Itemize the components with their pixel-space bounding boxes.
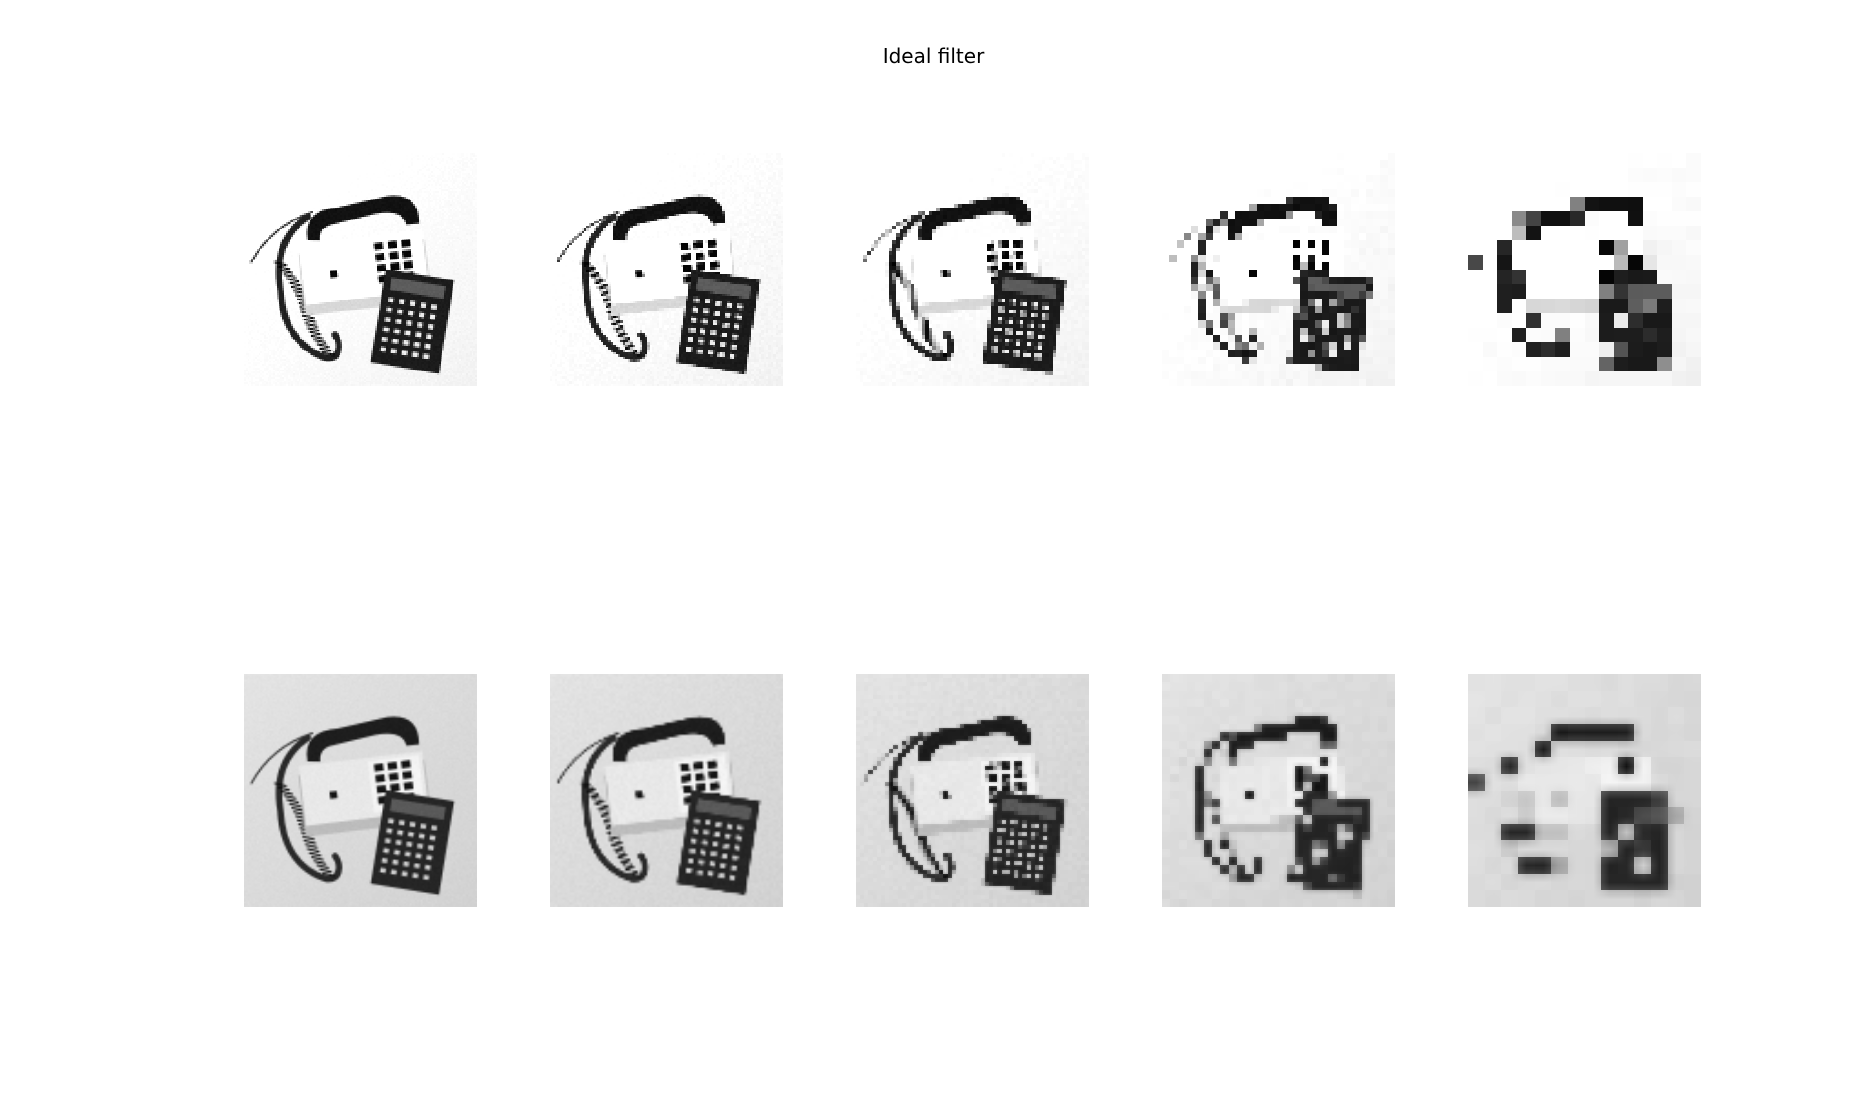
telephone-image	[1468, 674, 1701, 907]
image-panel-row1-col4	[1162, 153, 1395, 386]
telephone-image	[550, 674, 783, 907]
telephone-image	[856, 153, 1089, 386]
image-panel-row1-col3	[856, 153, 1089, 386]
image-panel-row1-col5	[1468, 153, 1701, 386]
image-panel-row2-col1	[244, 674, 477, 907]
image-panel-row1-col1	[244, 153, 477, 386]
telephone-image	[1162, 674, 1395, 907]
figure-canvas: { "figure": { "title": "Ideal filter" },…	[0, 0, 1867, 1093]
telephone-image	[550, 153, 783, 386]
telephone-image	[244, 153, 477, 386]
telephone-image	[1468, 153, 1701, 386]
telephone-image	[856, 674, 1089, 907]
image-panel-row2-col3	[856, 674, 1089, 907]
figure-title: Ideal filter	[882, 44, 985, 68]
telephone-image	[244, 674, 477, 907]
image-panel-row2-col4	[1162, 674, 1395, 907]
telephone-image	[1162, 153, 1395, 386]
image-panel-row1-col2	[550, 153, 783, 386]
image-panel-row2-col5	[1468, 674, 1701, 907]
image-panel-row2-col2	[550, 674, 783, 907]
